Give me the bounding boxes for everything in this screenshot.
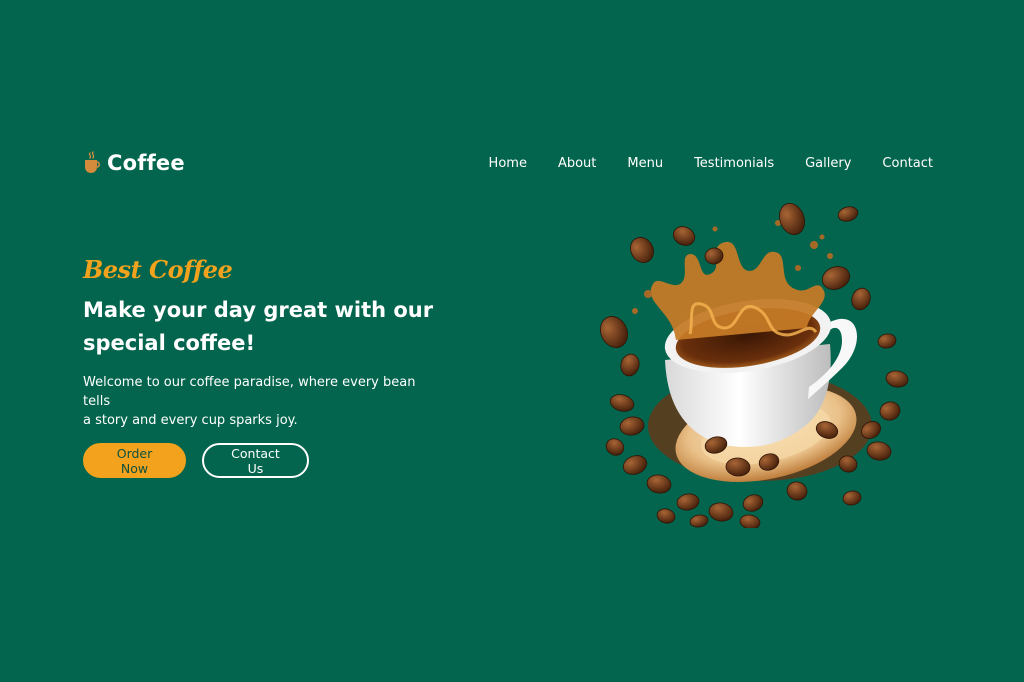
landing-page: Coffee Home About Menu Testimonials Gall… [0, 0, 1024, 682]
nav-about-link[interactable]: About [558, 156, 596, 171]
brand-name: Coffee [107, 151, 185, 175]
brand-logo[interactable]: Coffee [83, 151, 185, 175]
hero-description-line-2: a story and every cup sparks joy. [83, 413, 298, 428]
order-now-button[interactable]: Order Now [83, 443, 186, 478]
nav-home-link[interactable]: Home [489, 156, 527, 171]
hero-eyebrow: Best Coffee [83, 255, 233, 284]
contact-us-button[interactable]: Contact Us [202, 443, 309, 478]
hero-actions: Order Now Contact Us [83, 443, 309, 478]
top-navigation: Coffee Home About Menu Testimonials Gall… [83, 146, 933, 180]
hero-section: Best Coffee Make your day great with our… [83, 255, 443, 430]
hero-headline-line-2: special coffee! [83, 331, 256, 355]
hero-description: Welcome to our coffee paradise, where ev… [83, 373, 433, 430]
nav-gallery-link[interactable]: Gallery [805, 156, 851, 171]
hero-headline-line-1: Make your day great with our [83, 298, 434, 322]
hero-description-line-1: Welcome to our coffee paradise, where ev… [83, 375, 416, 409]
nav-contact-link[interactable]: Contact [882, 156, 933, 171]
main-nav: Home About Menu Testimonials Gallery Con… [489, 155, 933, 171]
coffee-cup-splash-image [600, 203, 909, 528]
nav-menu-link[interactable]: Menu [627, 156, 663, 171]
hero-headline: Make your day great with our special cof… [83, 294, 443, 360]
coffee-cup-icon [85, 151, 101, 173]
nav-testimonials-link[interactable]: Testimonials [694, 156, 774, 171]
